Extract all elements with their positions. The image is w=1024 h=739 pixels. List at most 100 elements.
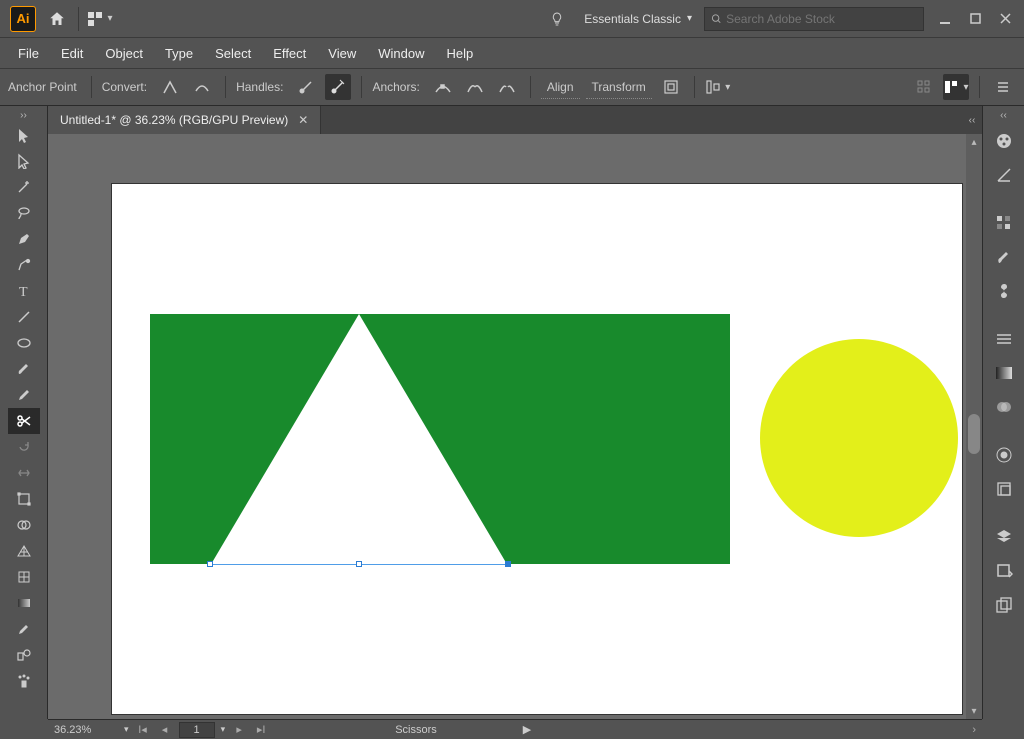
document-tab-title: Untitled-1* @ 36.23% (RGB/GPU Preview)	[60, 113, 288, 127]
search-stock-box[interactable]	[704, 7, 924, 31]
connect-anchor-button[interactable]	[462, 74, 488, 100]
artboard[interactable]	[112, 184, 962, 714]
handles-show-button[interactable]	[293, 74, 319, 100]
transform-button[interactable]: Transform	[586, 76, 652, 99]
ellipse-tool[interactable]	[8, 330, 40, 356]
layers-panel-icon[interactable]	[989, 522, 1019, 552]
stroke-panel-icon[interactable]	[989, 324, 1019, 354]
close-tab-button[interactable]: ✕	[298, 113, 308, 127]
swatches-panel-icon[interactable]	[989, 208, 1019, 238]
document-tab[interactable]: Untitled-1* @ 36.23% (RGB/GPU Preview) ✕	[48, 106, 321, 134]
zoom-dropdown-icon[interactable]: ▾	[124, 724, 129, 735]
remove-anchor-button[interactable]	[430, 74, 456, 100]
maximize-button[interactable]	[962, 8, 990, 30]
convert-smooth-button[interactable]	[189, 74, 215, 100]
dock-expand-button[interactable]: ‹‹	[983, 108, 1024, 122]
yellow-circle-shape[interactable]	[760, 339, 958, 537]
align-to-button[interactable]	[705, 74, 731, 100]
document-area: Untitled-1* @ 36.23% (RGB/GPU Preview) ✕…	[48, 106, 982, 719]
graphic-styles-panel-icon[interactable]	[989, 474, 1019, 504]
magic-wand-tool[interactable]	[8, 174, 40, 200]
symbol-sprayer-tool[interactable]	[8, 668, 40, 694]
menu-view[interactable]: View	[318, 40, 366, 67]
menu-effect[interactable]: Effect	[263, 40, 316, 67]
anchor-handle-mid[interactable]	[356, 561, 362, 567]
anchor-handle-left[interactable]	[207, 561, 213, 567]
document-tabbar: Untitled-1* @ 36.23% (RGB/GPU Preview) ✕…	[48, 106, 982, 134]
snap-pixel-button[interactable]	[943, 74, 969, 100]
arrange-documents-button[interactable]	[85, 4, 115, 34]
artboards-panel-icon[interactable]	[989, 590, 1019, 620]
gradient-tool[interactable]	[8, 590, 40, 616]
rotate-tool[interactable]	[8, 434, 40, 460]
gradient-panel-icon[interactable]	[989, 358, 1019, 388]
selection-tool[interactable]	[8, 122, 40, 148]
curvature-tool[interactable]	[8, 252, 40, 278]
appearance-panel-icon[interactable]	[989, 440, 1019, 470]
zoom-level[interactable]: 36.23%	[54, 724, 118, 736]
blend-tool[interactable]	[8, 642, 40, 668]
menu-type[interactable]: Type	[155, 40, 203, 67]
prev-artboard-button[interactable]: ◂	[157, 722, 173, 738]
mesh-tool[interactable]	[8, 564, 40, 590]
artboard-dropdown-icon[interactable]: ▾	[221, 724, 226, 735]
scissors-tool[interactable]	[8, 408, 40, 434]
width-tool[interactable]	[8, 460, 40, 486]
menu-select[interactable]: Select	[205, 40, 261, 67]
scroll-thumb[interactable]	[968, 414, 980, 454]
brushes-panel-icon[interactable]	[989, 242, 1019, 272]
first-artboard-button[interactable]: I◂	[135, 722, 151, 738]
discover-lightbulb-icon[interactable]	[542, 4, 572, 34]
anchor-handle-right[interactable]	[505, 561, 511, 567]
handles-hide-button[interactable]	[325, 74, 351, 100]
line-tool[interactable]	[8, 304, 40, 330]
menu-help[interactable]: Help	[436, 40, 483, 67]
right-panel-dock: ‹‹	[982, 106, 1024, 719]
color-guide-panel-icon[interactable]	[989, 160, 1019, 190]
titlebar: Ai Essentials Classic ▾	[0, 0, 1024, 38]
control-bar: Anchor Point Convert: Handles: Anchors: …	[0, 68, 1024, 106]
paintbrush-tool[interactable]	[8, 356, 40, 382]
minimize-button[interactable]	[932, 8, 960, 30]
menu-edit[interactable]: Edit	[51, 40, 93, 67]
pencil-tool[interactable]	[8, 382, 40, 408]
cut-path-button[interactable]	[494, 74, 520, 100]
convert-corner-button[interactable]	[157, 74, 183, 100]
vertical-scrollbar[interactable]: ▴ ▾	[966, 134, 982, 719]
type-tool[interactable]: T	[8, 278, 40, 304]
home-button[interactable]	[42, 4, 72, 34]
artboard-number[interactable]: 1	[179, 722, 215, 738]
search-input[interactable]	[726, 12, 917, 26]
eyedropper-tool[interactable]	[8, 616, 40, 642]
scroll-up-button[interactable]: ▴	[966, 134, 982, 150]
color-panel-icon[interactable]	[989, 126, 1019, 156]
play-icon[interactable]: ▶	[523, 723, 531, 736]
symbols-panel-icon[interactable]	[989, 276, 1019, 306]
pen-tool[interactable]	[8, 226, 40, 252]
close-button[interactable]	[992, 8, 1020, 30]
shape-builder-tool[interactable]	[8, 512, 40, 538]
snap-grid-button[interactable]	[911, 74, 937, 100]
tools-expand-button[interactable]: ››	[0, 108, 47, 122]
lasso-tool[interactable]	[8, 200, 40, 226]
menu-object[interactable]: Object	[95, 40, 153, 67]
panel-menu-button[interactable]	[990, 74, 1016, 100]
perspective-tool[interactable]	[8, 538, 40, 564]
last-artboard-button[interactable]: ▸I	[253, 722, 269, 738]
isolate-button[interactable]	[658, 74, 684, 100]
menu-window[interactable]: Window	[368, 40, 434, 67]
align-button[interactable]: Align	[541, 76, 580, 99]
direct-selection-tool[interactable]	[8, 148, 40, 174]
transparency-panel-icon[interactable]	[989, 392, 1019, 422]
asset-export-panel-icon[interactable]	[989, 556, 1019, 586]
scroll-down-button[interactable]: ▾	[966, 703, 982, 719]
status-bar: 36.23% ▾ I◂ ◂ 1 ▾ ▸ ▸I Scissors ▶ ›	[48, 719, 982, 739]
workspace-switcher[interactable]: Essentials Classic ▾	[572, 12, 704, 26]
canvas[interactable]: ▴ ▾	[48, 134, 982, 719]
next-artboard-button[interactable]: ▸	[231, 722, 247, 738]
tabbar-collapse-button[interactable]: ‹‹	[962, 106, 982, 134]
hscroll-right-button[interactable]: ›	[972, 724, 976, 736]
free-transform-tool[interactable]	[8, 486, 40, 512]
handles-label: Handles:	[236, 80, 283, 94]
menu-file[interactable]: File	[8, 40, 49, 67]
